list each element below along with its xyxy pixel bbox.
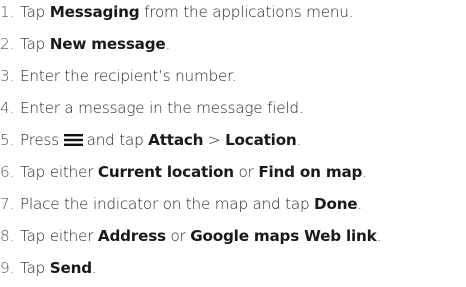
step-text: . [362,163,367,181]
step-number: 4. [0,99,15,117]
step-text: or [233,163,259,181]
step-item-8: 8. Tap either Address or Google maps Web … [0,224,381,248]
step-item-6: 6. Tap either Current location or Find on… [0,160,367,184]
button-name-done: Done [314,195,358,213]
menu-icon [63,134,83,146]
button-name-send: Send [49,259,92,277]
step-text: Tap either [20,227,98,245]
step-text: Place the indicator on the map and tap [20,195,315,213]
step-item-1: 1. Tap Messaging from the applications me… [0,0,354,24]
step-number: 3. [0,67,15,85]
step-text: and tap [86,131,149,149]
step-number: 5. [0,131,15,149]
step-text: or [165,227,191,245]
step-number: 6. [0,163,15,181]
step-text: . [296,131,302,149]
step-text: . [91,259,97,277]
step-text: Tap [20,259,50,277]
step-number: 7. [0,195,15,213]
step-item-4: 4. Enter a message in the message field. [0,96,304,120]
step-number: 9. [0,259,15,277]
menu-name-attach: Attach [148,131,204,149]
option-name-find-on-map: Find on map [258,163,363,181]
step-text: Enter the recipient’s number. [20,67,237,85]
step-item-2: 2. Tap New message. [0,32,170,56]
menu-name-messaging: Messaging [49,3,140,21]
step-text: . [165,35,171,53]
step-item-3: 3. Enter the recipient’s number. [0,64,237,88]
step-text: Press [20,131,64,149]
step-text: . [376,227,382,245]
step-item-7: 7. Place the indicator on the map and tap… [0,192,362,216]
step-text: from the applications menu. [139,3,354,21]
menu-name-new-message: New message [49,35,166,53]
option-name-google-maps-web-link: Google maps Web link [190,227,377,245]
step-text: Tap either [20,163,98,181]
step-number: 2. [0,35,15,53]
step-number: 8. [0,227,15,245]
step-number: 1. [0,3,15,21]
menu-name-location: Location [225,131,297,149]
instruction-steps-list: 1. Tap Messaging from the applications me… [0,0,466,287]
step-text: Tap [20,35,50,53]
step-text: > [203,131,226,149]
step-item-5: 5. Press and tap Attach > Location. [0,128,301,152]
step-text: . [357,195,363,213]
option-name-address: Address [97,227,166,245]
step-text: Enter a message in the message field. [20,99,304,117]
step-text: Tap [20,3,50,21]
step-item-9: 9. Tap Send. [0,256,97,280]
option-name-current-location: Current location [97,163,234,181]
